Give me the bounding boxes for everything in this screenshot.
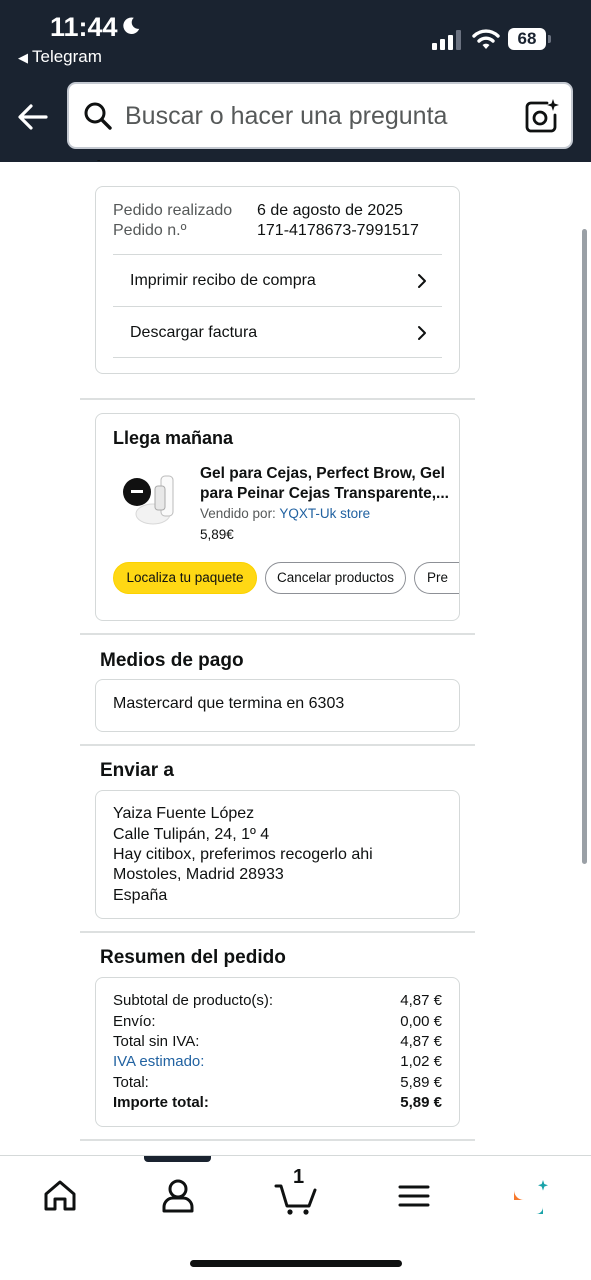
back-arrow-icon[interactable] [16,100,50,134]
address-street: Calle Tulipán, 24, 1º 4 [113,826,270,843]
print-receipt-link[interactable]: Imprimir recibo de compra [113,254,442,306]
back-triangle-icon: ◀ [18,50,28,65]
order-info-card: Pedido realizado 6 de agosto de 2025 Ped… [95,186,460,374]
seller-link[interactable]: YQXT-Uk store [279,506,370,521]
payment-method: Mastercard que termina en 6303 [113,695,345,712]
payment-title: Medios de pago [100,650,244,671]
product-thumbnail[interactable] [115,466,183,528]
product-title-line1: Gel para Cejas, Perfect Brow, Gel [200,465,445,482]
estimated-vat-link[interactable]: IVA estimado: [113,1053,204,1070]
order-placed-label: Pedido realizado [113,202,233,219]
back-app-label: Telegram [32,47,102,66]
battery-indicator: 68 [508,28,552,50]
summary-value: 4,87 € [400,992,442,1009]
scrollbar[interactable] [582,229,587,864]
product-title-link[interactable]: Gel para Cejas, Perfect Brow, Gel para P… [200,464,450,504]
summary-row-grand-total: Importe total: 5,89 € [113,1094,442,1114]
camera-lens-icon[interactable] [523,98,559,134]
shipping-title: Enviar a [100,760,174,781]
cellular-signal-icon [432,30,461,50]
summary-label: Envío: [113,1013,156,1030]
search-bar[interactable]: Buscar o hacer una pregunta [67,82,573,149]
summary-value: 0,00 € [400,1013,442,1030]
order-summary-card: Subtotal de producto(s): 4,87 € Envío: 0… [95,977,460,1127]
shipping-address-card: Yaiza Fuente López Calle Tulipán, 24, 1º… [95,790,460,919]
address-name: Yaiza Fuente López [113,805,255,822]
address-note: Hay citibox, preferimos recogerlo ahi [113,846,373,863]
app-header: 11:44 ◀ Telegram 68 Buscar o hacer una pr… [0,0,591,162]
summary-label: Subtotal de producto(s): [113,992,274,1009]
download-invoice-link[interactable]: Descargar factura [113,306,442,358]
summary-row-subtotal: Subtotal de producto(s): 4,87 € [113,992,442,1012]
sold-by-label: Vendido por: [200,506,276,521]
summary-row-total: Total: 5,89 € [113,1074,442,1094]
active-tab-indicator [144,1156,211,1162]
download-invoice-label: Descargar factura [130,324,258,341]
summary-value: 5,89 € [400,1094,442,1111]
cancel-products-button[interactable]: Cancelar productos [265,562,406,594]
home-indicator-bar[interactable] [190,1260,402,1267]
section-divider [80,931,475,933]
status-time: 11:44 [50,12,118,42]
payment-card: Mastercard que termina en 6303 [95,679,460,732]
address-city: Mostoles, Madrid 28933 [113,866,284,883]
search-input[interactable]: Buscar o hacer una pregunta [125,102,447,131]
section-divider [80,1139,475,1141]
account-icon[interactable] [158,1176,198,1216]
summary-label: Total sin IVA: [113,1033,200,1050]
delivery-title: Llega mañana [113,428,234,448]
rufus-assistant-icon[interactable] [510,1176,550,1216]
product-price: 5,89€ [200,527,234,542]
cart-count: 1 [293,1166,305,1188]
search-icon [84,102,112,130]
delivery-card: Llega mañana Gel para Cejas, Perfect Bro… [95,413,460,621]
summary-title: Resumen del pedido [100,947,286,968]
section-divider [80,398,475,400]
sold-by: Vendido por: YQXT-Uk store [200,506,370,521]
product-title-line2: para Peinar Cejas Transparente,... [200,485,449,502]
section-divider [80,744,475,746]
summary-row-shipping: Envío: 0,00 € [113,1013,442,1033]
section-divider [80,633,475,635]
menu-icon[interactable] [394,1176,434,1216]
summary-label: Total: [113,1074,149,1091]
address-country: España [113,887,168,904]
order-placed-date: 6 de agosto de 2025 [257,202,403,219]
do-not-disturb-moon-icon [123,17,140,34]
chevron-right-icon [418,326,426,340]
summary-row-total-without-vat: Total sin IVA: 4,87 € [113,1033,442,1053]
print-receipt-label: Imprimir recibo de compra [130,272,316,289]
summary-value: 1,02 € [400,1053,442,1070]
summary-row-estimated-vat: IVA estimado: 1,02 € [113,1053,442,1073]
battery-level: 68 [517,29,537,48]
order-number-label: Pedido n.º [113,222,187,239]
chevron-right-icon [418,274,426,288]
more-actions-button[interactable]: Pre [414,562,459,594]
summary-label: Importe total: [113,1094,209,1111]
order-number-value: 171-4178673-7991517 [257,222,419,239]
track-package-button[interactable]: Localiza tu paquete [113,562,257,594]
summary-value: 5,89 € [400,1074,442,1091]
wifi-icon [472,29,500,49]
summary-value: 4,87 € [400,1033,442,1050]
bottom-navigation: 1 [0,1155,591,1280]
back-to-app-link[interactable]: ◀ Telegram [18,47,102,67]
home-icon[interactable] [40,1176,80,1216]
